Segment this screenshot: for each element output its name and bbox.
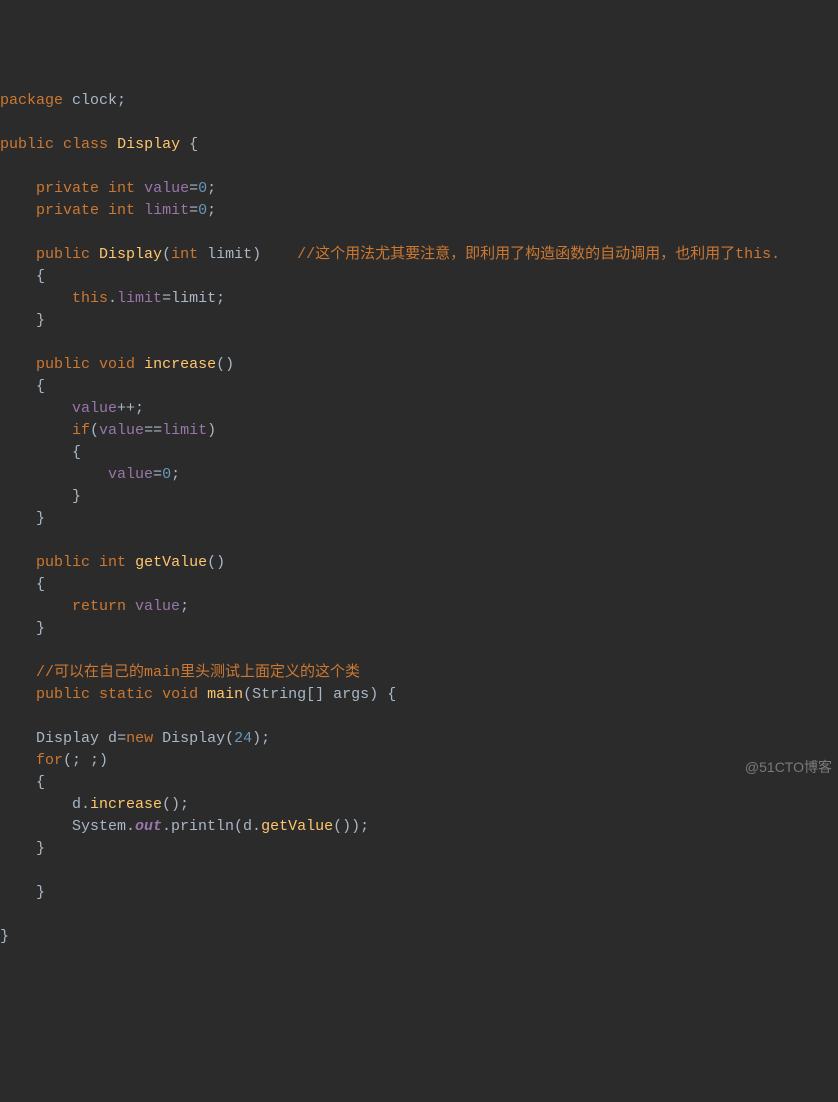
brace-close: }: [0, 884, 45, 901]
brace-close: }: [0, 312, 45, 329]
field-value: value: [135, 598, 180, 615]
brace-close: }: [0, 620, 45, 637]
num-24: 24: [234, 730, 252, 747]
method-main: main: [207, 686, 243, 703]
kw-package: package: [0, 92, 63, 109]
field-value: value: [144, 180, 189, 197]
var-d: d: [108, 730, 117, 747]
kw-int: int: [171, 246, 198, 263]
type-string: String: [252, 686, 306, 703]
class-name: Display: [117, 136, 180, 153]
brace-open: {: [0, 774, 45, 791]
kw-int: int: [99, 554, 126, 571]
type-display: Display: [36, 730, 99, 747]
kw-return: return: [72, 598, 126, 615]
field-out: out: [135, 818, 162, 835]
kw-static: static: [99, 686, 153, 703]
num-zero: 0: [162, 466, 171, 483]
kw-public: public: [36, 356, 90, 373]
kw-void: void: [99, 356, 135, 373]
code-block: package clock; public class Display { pr…: [0, 88, 838, 948]
constructor-name: Display: [99, 246, 162, 263]
call-getvalue: getValue: [261, 818, 333, 835]
watermark: @51CTO博客: [745, 756, 832, 778]
param-limit: limit: [207, 246, 252, 263]
kw-for: for: [36, 752, 63, 769]
kw-class: class: [63, 136, 108, 153]
brace-open: {: [0, 576, 45, 593]
kw-void: void: [162, 686, 198, 703]
kw-public: public: [0, 136, 54, 153]
call-increase: increase: [90, 796, 162, 813]
brace-open: {: [0, 378, 45, 395]
field-value: value: [99, 422, 144, 439]
method-getvalue: getValue: [135, 554, 207, 571]
brace-close: }: [0, 840, 45, 857]
kw-int: int: [108, 180, 135, 197]
brace-close: }: [0, 488, 81, 505]
method-increase: increase: [144, 356, 216, 373]
brace-open: {: [0, 268, 45, 285]
field-value: value: [108, 466, 153, 483]
field-limit: limit: [144, 202, 189, 219]
field-value: value: [72, 400, 117, 417]
kw-this: this: [72, 290, 108, 307]
brace-open: {: [0, 444, 81, 461]
ctor-display: Display: [162, 730, 225, 747]
kw-public: public: [36, 246, 90, 263]
kw-int: int: [108, 202, 135, 219]
kw-private: private: [36, 202, 99, 219]
kw-private: private: [36, 180, 99, 197]
kw-public: public: [36, 686, 90, 703]
field-limit: limit: [117, 290, 162, 307]
brace-close: }: [0, 928, 9, 945]
field-limit: limit: [162, 422, 207, 439]
param-args: args: [333, 686, 369, 703]
assign-limit: =limit;: [162, 290, 225, 307]
comment-main-test: //可以在自己的main里头测试上面定义的这个类: [36, 664, 360, 681]
kw-new: new: [126, 730, 153, 747]
comment-constructor: //这个用法尤其要注意，即利用了构造函数的自动调用，也利用了this.: [297, 246, 780, 263]
num-zero: 0: [198, 202, 207, 219]
brace-close: }: [0, 510, 45, 527]
num-zero: 0: [198, 180, 207, 197]
pkg-name: clock;: [63, 92, 126, 109]
kw-public: public: [36, 554, 90, 571]
kw-if: if: [72, 422, 90, 439]
